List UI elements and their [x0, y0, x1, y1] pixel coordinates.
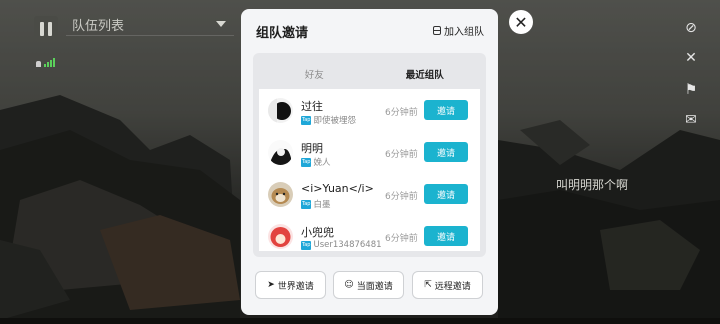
chevron-down-icon — [216, 21, 226, 27]
invite-method-buttons: ➤ 世界邀请 ☺ 当面邀请 ⇱ 远程邀请 — [255, 271, 484, 299]
last-team-time: 6分钟前 — [385, 108, 418, 118]
last-team-time: 6分钟前 — [385, 234, 418, 244]
close-icon: ✕ — [514, 12, 528, 32]
chat-icon[interactable]: ✉ — [680, 110, 702, 130]
team-invite-modal: 组队邀请 加入组队 好友 最近组队 过往 Tap 即使被埋怨 6分钟前 邀请 明… — [241, 9, 498, 315]
tap-badge: Tap — [301, 157, 312, 167]
tab-recent-team[interactable]: 最近组队 — [370, 67, 481, 81]
invite-button[interactable]: 邀请 — [424, 100, 468, 120]
share-icon: ⇱ — [424, 280, 432, 290]
list-item: <i>Yuan</i> Tap 白墨 6分钟前 邀请 — [259, 173, 480, 216]
tap-badge: Tap — [301, 199, 312, 209]
player-subtitle: Tap 白墨 — [301, 198, 330, 210]
mute-icon[interactable]: ⊘ — [680, 18, 702, 38]
join-team-label: 加入组队 — [444, 27, 484, 38]
player-name: 过往 — [301, 100, 323, 113]
chat-bubble-text: 叫明明那个啊 — [556, 178, 629, 192]
avatar — [268, 98, 293, 123]
remote-invite-button[interactable]: ⇱ 远程邀请 — [412, 271, 483, 299]
pause-button[interactable] — [34, 16, 58, 42]
player-subtitle-text: 娩人 — [313, 158, 331, 168]
close-button[interactable]: ✕ — [509, 10, 533, 34]
team-list-label: 队伍列表 — [72, 19, 125, 34]
voice-off-icon[interactable]: ✕ — [680, 48, 702, 68]
face-invite-label: 当面邀请 — [356, 281, 393, 292]
invite-button[interactable]: 邀请 — [424, 226, 468, 246]
face-icon: ☺ — [344, 280, 354, 290]
player-subtitle-text: 即使被埋怨 — [313, 116, 356, 126]
player-name: <i>Yuan</i> — [301, 182, 374, 195]
tap-badge: Tap — [301, 115, 312, 125]
network-signal-icon — [36, 58, 55, 67]
remote-invite-label: 远程邀请 — [434, 281, 471, 292]
flag-icon[interactable]: ⚑ — [680, 80, 702, 100]
send-icon: ➤ — [267, 280, 275, 290]
player-icon — [36, 61, 41, 67]
join-team-icon — [433, 26, 441, 35]
last-team-time: 6分钟前 — [385, 192, 418, 202]
world-invite-button[interactable]: ➤ 世界邀请 — [255, 271, 326, 299]
list-item: 过往 Tap 即使被埋怨 6分钟前 邀请 — [259, 89, 480, 132]
player-subtitle: Tap 娩人 — [301, 156, 330, 168]
signal-bar — [53, 58, 55, 67]
invite-tabs: 好友 最近组队 — [259, 59, 480, 89]
tab-friends[interactable]: 好友 — [259, 67, 370, 81]
modal-title: 组队邀请 — [256, 26, 309, 41]
face-invite-button[interactable]: ☺ 当面邀请 — [333, 271, 404, 299]
player-subtitle: Tap 即使被埋怨 — [301, 114, 356, 126]
avatar — [268, 224, 293, 249]
team-list-dropdown[interactable]: 队伍列表 — [66, 14, 234, 36]
join-team-button[interactable]: 加入组队 — [433, 23, 484, 38]
last-team-time: 6分钟前 — [385, 150, 418, 160]
avatar — [268, 140, 293, 165]
avatar — [268, 182, 293, 207]
signal-bar — [50, 60, 52, 67]
tap-badge: Tap — [301, 240, 312, 250]
world-invite-label: 世界邀请 — [277, 281, 314, 292]
signal-bar — [47, 62, 49, 67]
list-item: 明明 Tap 娩人 6分钟前 邀请 — [259, 131, 480, 174]
recent-team-list[interactable]: 过往 Tap 即使被埋怨 6分钟前 邀请 明明 Tap 娩人 6分钟前 邀请 <… — [259, 89, 480, 251]
signal-bar — [44, 64, 46, 67]
list-item: 小兜兜 Tap User134876481 6分钟前 邀请 — [259, 215, 480, 251]
player-name: 明明 — [301, 142, 323, 155]
player-subtitle-text: 白墨 — [313, 200, 331, 210]
player-subtitle: Tap User134876481 — [301, 240, 382, 250]
player-subtitle-text: User134876481 — [313, 240, 382, 250]
invite-panel: 好友 最近组队 过往 Tap 即使被埋怨 6分钟前 邀请 明明 Tap 娩人 6… — [253, 53, 486, 257]
invite-button[interactable]: 邀请 — [424, 184, 468, 204]
player-name: 小兜兜 — [301, 226, 334, 239]
invite-button[interactable]: 邀请 — [424, 142, 468, 162]
